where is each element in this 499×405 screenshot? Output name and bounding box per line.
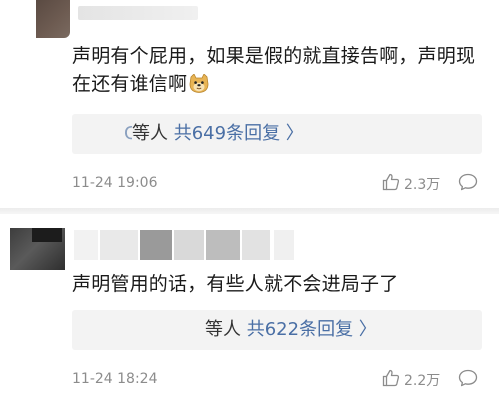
blur-block xyxy=(140,230,172,260)
reply-cut-char: C xyxy=(124,123,132,144)
comment-body: 声明有个屁用，如果是假的就直接告啊，声明现在还有谁信啊 xyxy=(72,45,476,95)
comment-list: 声明有个屁用，如果是假的就直接告啊，声明现在还有谁信啊 C等人 共649条回复 … xyxy=(0,0,499,405)
view-replies-link[interactable]: 共649条回复 〉 xyxy=(174,123,304,144)
avatar[interactable] xyxy=(36,0,70,38)
blur-block xyxy=(206,230,240,260)
reply-prefix: 等人 xyxy=(205,319,241,340)
blur-block xyxy=(100,230,138,260)
comment-bubble-icon[interactable] xyxy=(458,173,478,191)
comment-divider xyxy=(0,208,499,214)
reply-prefix: 等人 xyxy=(132,123,168,144)
like-thumb-icon xyxy=(382,369,400,387)
reply-summary[interactable]: 等人 共622条回复 〉 xyxy=(205,310,377,350)
comment-timestamp: 11-24 18:24 xyxy=(72,371,158,387)
like-count: 2.2万 xyxy=(404,373,441,389)
blur-block xyxy=(74,230,98,260)
comment-bubble-icon[interactable] xyxy=(458,369,478,387)
comment-text: 声明有个屁用，如果是假的就直接告啊，声明现在还有谁信啊 xyxy=(72,42,484,98)
reply-summary-box[interactable]: C等人 共649条回复 〉 xyxy=(72,114,482,154)
blur-block xyxy=(174,230,204,260)
reply-summary[interactable]: C等人 共649条回复 〉 xyxy=(124,114,304,154)
comment-timestamp: 11-24 19:06 xyxy=(72,175,158,191)
comment-text: 声明管用的话，有些人就不会进局子了 xyxy=(72,273,399,295)
blur-block xyxy=(274,230,294,260)
doge-emoji-icon xyxy=(189,74,209,93)
reply-summary-box[interactable]: 等人 共622条回复 〉 xyxy=(72,310,482,350)
avatar-detail xyxy=(32,228,62,242)
blur-block xyxy=(242,230,270,260)
like-thumb-icon xyxy=(382,173,400,191)
username-redacted[interactable] xyxy=(78,6,198,20)
like-count: 2.3万 xyxy=(404,177,441,193)
view-replies-link[interactable]: 共622条回复 〉 xyxy=(247,319,377,340)
